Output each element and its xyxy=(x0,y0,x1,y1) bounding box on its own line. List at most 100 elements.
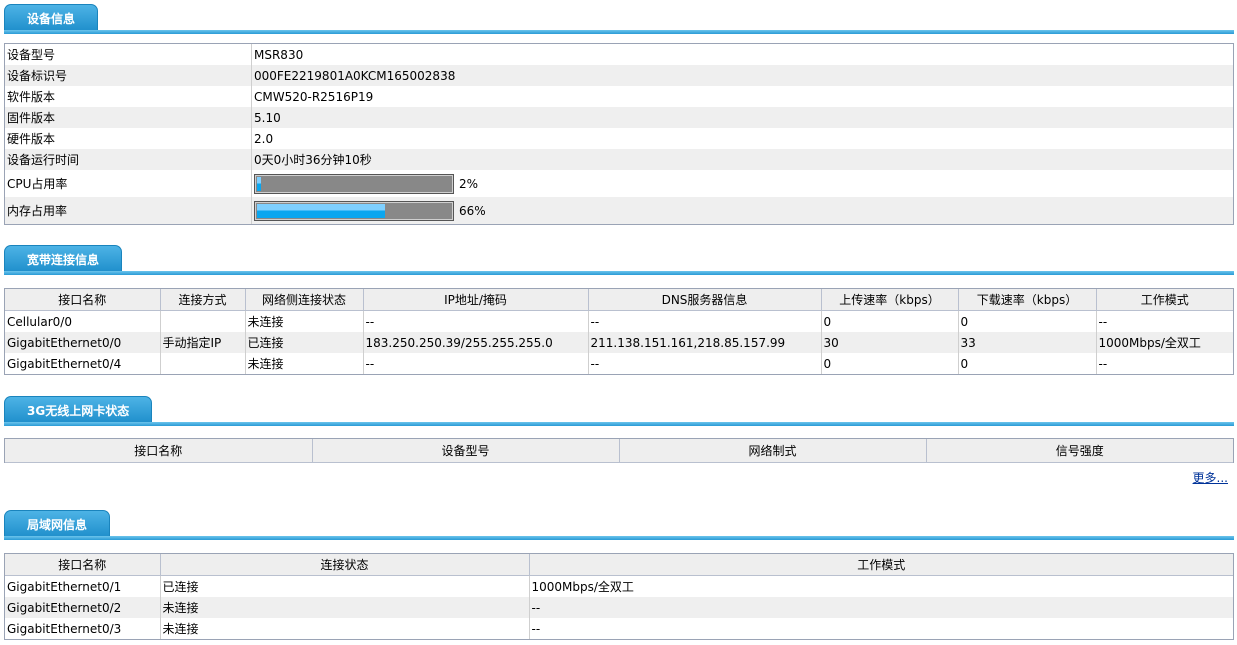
info-value: MSR830 xyxy=(254,47,304,62)
table-row: GigabitEthernet0/4 未连接 -- -- 0 0 -- xyxy=(5,353,1233,374)
info-label: 软件版本 xyxy=(5,86,252,107)
table-header-row: 接口名称 设备型号 网络制式 信号强度 xyxy=(5,439,1233,463)
table-cell xyxy=(160,353,246,374)
section-divider xyxy=(4,536,1234,540)
table-cell: -- xyxy=(529,597,1233,618)
more-link[interactable]: 更多... xyxy=(1193,469,1228,486)
info-value: 2.0 xyxy=(254,131,274,146)
column-header: 接口名称 xyxy=(5,289,161,311)
table-cell: 33 xyxy=(958,332,1097,353)
info-value: 5.10 xyxy=(251,107,1233,128)
table-header-row: 接口名称 连接方式 网络侧连接状态 IP地址/掩码 DNS服务器信息 上传速率（… xyxy=(5,289,1233,311)
table-cell: GigabitEthernet0/0 xyxy=(5,332,161,353)
wireless3g-table: 接口名称 设备型号 网络制式 信号强度 xyxy=(5,439,1233,463)
table-row: GigabitEthernet0/1 已连接 1000Mbps/全双工 xyxy=(5,575,1233,597)
table-cell: 1000Mbps/全双工 xyxy=(531,580,634,594)
mem-usage-cell: 66% xyxy=(251,197,1233,224)
table-cell: 0 xyxy=(958,353,1097,374)
cpu-row: CPU占用率 2% xyxy=(5,170,1233,197)
section-divider xyxy=(4,271,1234,275)
column-header: IP地址/掩码 xyxy=(363,289,589,311)
table-cell: GigabitEthernet0/1 xyxy=(5,575,161,597)
table-cell: 未连接 xyxy=(245,353,364,374)
table-cell: -- xyxy=(363,353,589,374)
wireless3g-tab[interactable]: 3G无线上网卡状态 xyxy=(4,396,153,423)
table-cell: -- xyxy=(363,310,589,332)
info-label: 设备型号 xyxy=(5,44,252,65)
table-cell: 手动指定IP xyxy=(160,332,246,353)
device-info-panel: 设备型号 MSR830 设备标识号 000FE2219801A0KCM1650028… xyxy=(4,43,1234,225)
table-cell xyxy=(160,310,246,332)
cpu-progress-fill xyxy=(257,176,261,191)
info-label: 固件版本 xyxy=(5,107,252,128)
column-header: DNS服务器信息 xyxy=(588,289,822,311)
mem-progress-bar xyxy=(254,200,454,221)
info-row: 设备标识号 000FE2219801A0KCM165002838 xyxy=(5,65,1233,86)
broadband-header: 宽带连接信息 xyxy=(4,245,1234,275)
table-cell: 0 xyxy=(821,310,959,332)
broadband-tab[interactable]: 宽带连接信息 xyxy=(4,245,123,272)
table-cell: 30 xyxy=(821,332,959,353)
device-info-header: 设备信息 xyxy=(4,4,1234,34)
table-cell: GigabitEthernet0/3 xyxy=(5,618,161,639)
column-header: 工作模式 xyxy=(529,554,1233,576)
info-row: 设备型号 MSR830 xyxy=(5,44,1233,65)
table-header-row: 接口名称 连接状态 工作模式 xyxy=(5,554,1233,576)
lan-header: 局域网信息 xyxy=(4,510,1234,540)
table-row: Cellular0/0 未连接 -- -- 0 0 -- xyxy=(5,310,1233,332)
device-info-tab[interactable]: 设备信息 xyxy=(4,4,99,31)
table-cell: -- xyxy=(531,621,541,636)
table-cell: 未连接 xyxy=(245,310,364,332)
table-cell: GigabitEthernet0/2 xyxy=(5,597,161,618)
table-cell: 未连接 xyxy=(160,618,530,639)
column-header: 接口名称 xyxy=(5,554,161,576)
column-header: 信号强度 xyxy=(926,439,1233,463)
table-cell: -- xyxy=(588,310,822,332)
table-cell: 未连接 xyxy=(160,597,530,618)
wireless3g-panel: 接口名称 设备型号 网络制式 信号强度 xyxy=(4,438,1234,463)
table-cell: 已连接 xyxy=(160,575,530,597)
info-value: CMW520-R2516P19 xyxy=(254,89,374,104)
mem-percent: 66% xyxy=(459,203,486,218)
table-cell: -- xyxy=(1098,314,1108,329)
mem-row: 内存占用率 66% xyxy=(5,197,1233,224)
column-header: 连接方式 xyxy=(160,289,246,311)
cpu-percent: 2% xyxy=(459,176,479,191)
info-value: 0天0小时36分钟10秒 xyxy=(251,149,1233,170)
column-header: 设备型号 xyxy=(312,439,620,463)
cpu-label: CPU占用率 xyxy=(5,170,252,197)
table-row: GigabitEthernet0/0 手动指定IP 已连接 183.250.250.3… xyxy=(5,332,1233,353)
lan-panel: 接口名称 连接状态 工作模式 GigabitEthernet0/1 已连接 1000… xyxy=(4,553,1234,640)
table-row: GigabitEthernet0/2 未连接 -- xyxy=(5,597,1233,618)
section-divider xyxy=(4,422,1234,426)
column-header: 上传速率（kbps） xyxy=(821,289,959,311)
table-cell: -- xyxy=(1098,356,1108,371)
info-row: 固件版本 5.10 xyxy=(5,107,1233,128)
table-row: GigabitEthernet0/3 未连接 -- xyxy=(5,618,1233,639)
info-value: 000FE2219801A0KCM165002838 xyxy=(251,65,1233,86)
lan-table: 接口名称 连接状态 工作模式 GigabitEthernet0/1 已连接 1000… xyxy=(5,554,1233,639)
lan-tab[interactable]: 局域网信息 xyxy=(4,510,111,537)
cpu-usage-cell: 2% xyxy=(252,170,1234,197)
table-cell: 1000Mbps/全双工 xyxy=(1096,332,1233,353)
mem-progress-fill xyxy=(257,203,385,218)
column-header: 接口名称 xyxy=(5,439,313,463)
section-divider xyxy=(4,30,1234,34)
table-cell: 183.250.250.39/255.255.255.0 xyxy=(363,332,589,353)
device-info-table: 设备型号 MSR830 设备标识号 000FE2219801A0KCM1650028… xyxy=(5,44,1233,224)
cpu-progress-bar xyxy=(254,173,454,194)
column-header: 连接状态 xyxy=(160,554,530,576)
table-cell: 211.138.151.161,218.85.157.99 xyxy=(588,332,822,353)
info-row: 软件版本 CMW520-R2516P19 xyxy=(5,86,1233,107)
info-label: 设备标识号 xyxy=(5,65,252,86)
info-label: 硬件版本 xyxy=(5,128,252,149)
info-row: 硬件版本 2.0 xyxy=(5,128,1233,149)
broadband-panel: 接口名称 连接方式 网络侧连接状态 IP地址/掩码 DNS服务器信息 上传速率（… xyxy=(4,288,1234,375)
table-cell: GigabitEthernet0/4 xyxy=(5,353,161,374)
column-header: 网络侧连接状态 xyxy=(245,289,364,311)
table-cell: 0 xyxy=(958,310,1097,332)
column-header: 工作模式 xyxy=(1096,289,1233,311)
mem-label: 内存占用率 xyxy=(5,197,252,224)
table-cell: Cellular0/0 xyxy=(5,310,161,332)
table-cell: -- xyxy=(588,353,822,374)
